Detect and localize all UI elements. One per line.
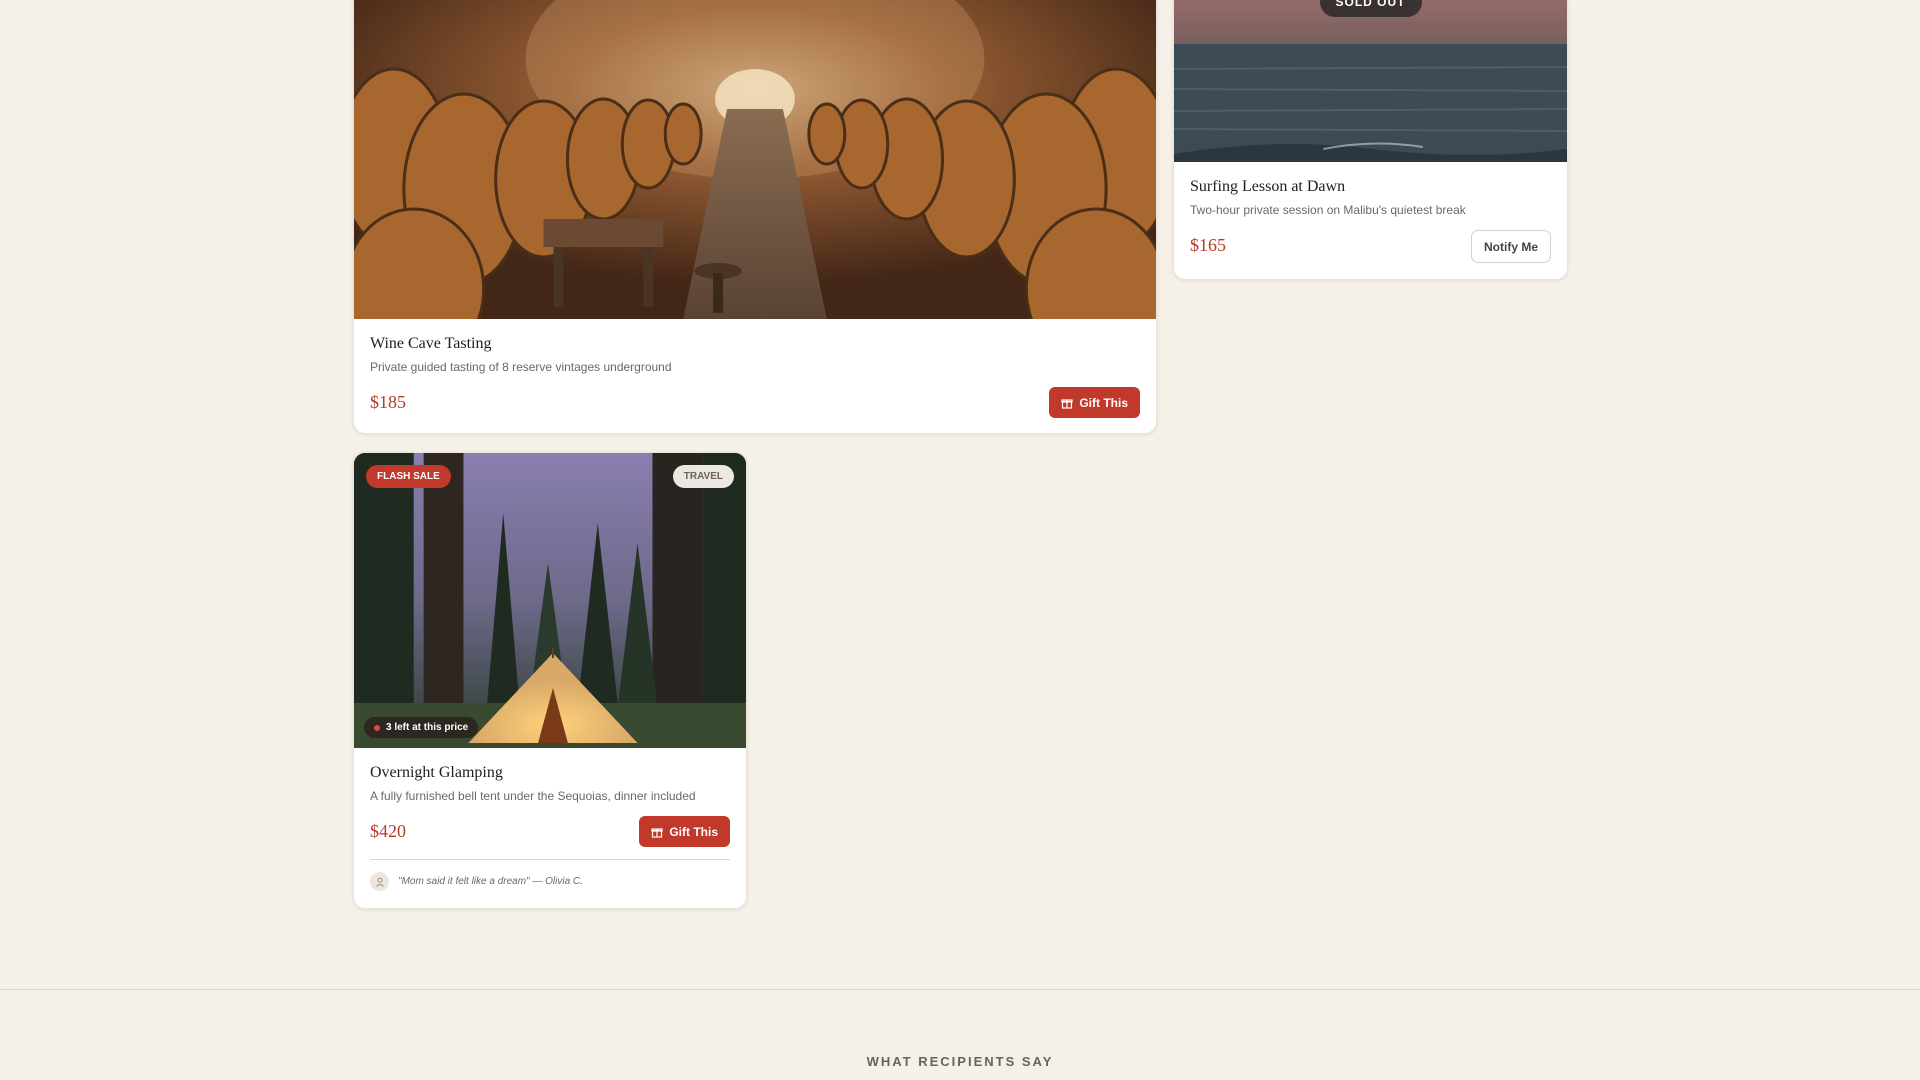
flash-sale-badge: FLASH SALE	[366, 465, 451, 488]
category-badge-travel: TRAVEL	[672, 465, 734, 488]
gift-icon	[1061, 398, 1073, 409]
card-price: $420	[370, 821, 406, 841]
card-testimonial: "Mom said it felt like a dream" — Olivia…	[370, 872, 583, 891]
card-title: Overnight Glamping	[370, 764, 503, 781]
stock-notice: 3 left at this price	[364, 717, 479, 738]
experience-card-surfing[interactable]: SOLD OUT Surfing Lesson at Dawn Two-hour…	[1173, 0, 1568, 280]
gift-icon	[651, 827, 663, 838]
card-description: A fully furnished bell tent under the Se…	[370, 789, 696, 803]
card-divider	[370, 859, 730, 860]
gift-this-label: Gift This	[1079, 395, 1128, 410]
testimonials-heading: WHAT RECIPIENTS SAY	[866, 1054, 1054, 1069]
stock-notice-text: 3 left at this price	[386, 722, 469, 733]
experience-card-glamping[interactable]: FLASH SALE TRAVEL 3 left at this price O…	[353, 452, 747, 909]
card-title: Surfing Lesson at Dawn	[1190, 178, 1346, 195]
glamping-image: FLASH SALE TRAVEL 3 left at this price	[354, 453, 746, 748]
sold-out-badge: SOLD OUT	[1319, 0, 1422, 17]
experience-card-wine-cave[interactable]: Wine Cave Tasting Private guided tasting…	[353, 0, 1157, 434]
card-price: $165	[1190, 235, 1226, 255]
gift-this-button[interactable]: Gift This	[639, 816, 730, 847]
section-divider	[0, 989, 1920, 990]
card-title: Wine Cave Tasting	[370, 335, 492, 352]
notify-me-button[interactable]: Notify Me	[1471, 230, 1551, 263]
testimonial-quote: "Mom said it felt like a dream" — Olivia…	[398, 876, 583, 887]
card-description: Two-hour private session on Malibu's qui…	[1190, 203, 1466, 217]
wine-cave-image	[354, 0, 1156, 319]
card-price: $185	[370, 392, 406, 412]
gift-this-label: Gift This	[669, 824, 718, 839]
person-icon	[370, 872, 389, 891]
card-description: Private guided tasting of 8 reserve vint…	[370, 360, 672, 374]
gift-this-button[interactable]: Gift This	[1049, 387, 1140, 418]
alert-dot-icon	[374, 724, 380, 731]
surfing-image	[1174, 0, 1567, 162]
